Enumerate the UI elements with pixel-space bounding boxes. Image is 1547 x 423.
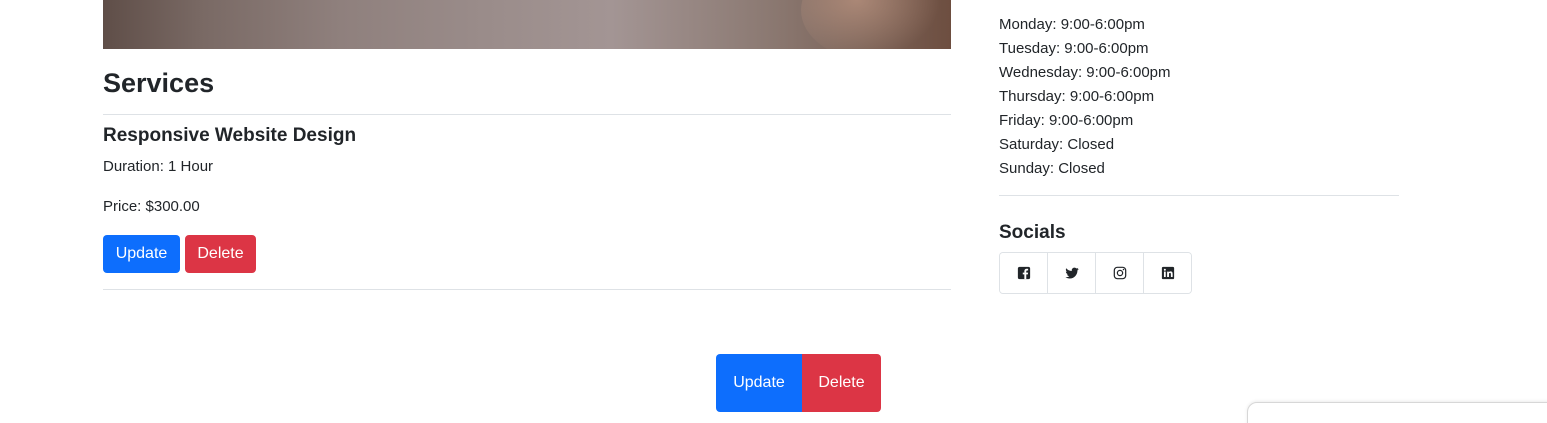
linkedin-icon [1161, 266, 1174, 280]
linkedin-button[interactable] [1144, 253, 1191, 293]
footer-delete-button[interactable]: Delete [802, 354, 881, 412]
hours-wednesday: Wednesday: 9:00-6:00pm [999, 64, 1171, 81]
service-price: Price: $300.00 [103, 198, 200, 215]
hours-friday: Friday: 9:00-6:00pm [999, 112, 1134, 129]
hours-monday: Monday: 9:00-6:00pm [999, 16, 1145, 33]
update-button[interactable]: Update [103, 235, 180, 273]
facebook-button[interactable] [1000, 253, 1048, 293]
hours-thursday: Thursday: 9:00-6:00pm [999, 88, 1155, 105]
opening-hours-list: Monday: 9:00-6:00pm Tuesday: 9:00-6:00pm… [999, 13, 1171, 181]
instagram-button[interactable] [1096, 253, 1144, 293]
page: Services Responsive Website Design Durat… [0, 0, 1547, 423]
social-buttons [999, 252, 1192, 294]
divider [103, 289, 951, 290]
twitter-icon [1064, 267, 1079, 279]
divider [999, 195, 1399, 196]
services-title: Services [103, 68, 215, 98]
facebook-icon [1017, 266, 1030, 280]
twitter-button[interactable] [1048, 253, 1096, 293]
instagram-icon [1113, 266, 1126, 280]
delete-button[interactable]: Delete [185, 235, 256, 273]
hours-saturday: Saturday: Closed [999, 136, 1115, 153]
corner-widget [1247, 402, 1547, 423]
footer-update-button[interactable]: Update [716, 354, 802, 412]
divider [103, 114, 951, 115]
hero-image [103, 0, 951, 49]
hours-sunday: Sunday: Closed [999, 160, 1105, 177]
service-duration: Duration: 1 Hour [103, 158, 214, 175]
hours-tuesday: Tuesday: 9:00-6:00pm [999, 40, 1149, 57]
service-name: Responsive Website Design [103, 125, 357, 146]
socials-title: Socials [999, 222, 1066, 243]
